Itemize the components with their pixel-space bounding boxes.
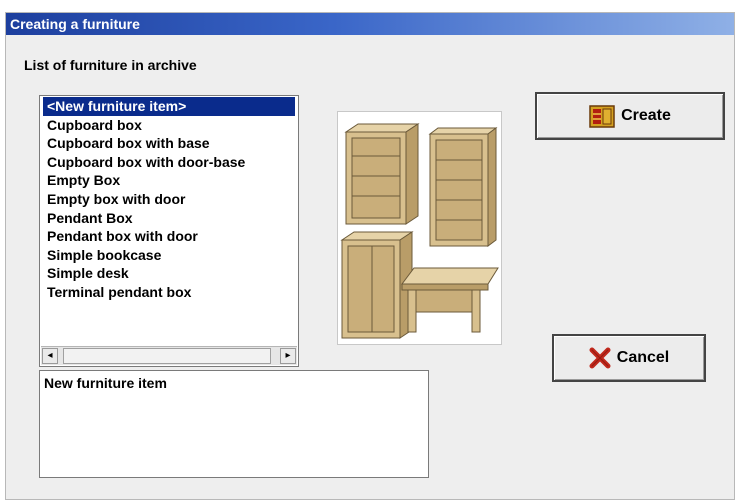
cancel-label: Cancel: [616, 349, 670, 366]
list-label: List of furniture in archive: [24, 57, 197, 73]
create-label: Create: [621, 107, 671, 124]
list-item[interactable]: Cupboard box with door-base: [43, 153, 295, 172]
furniture-preview-image: [337, 111, 502, 345]
description-box: New furniture item: [39, 370, 429, 478]
dialog-window: Creating a furniture List of furniture i…: [5, 12, 735, 500]
list-item[interactable]: Empty box with door: [43, 190, 295, 209]
scroll-right-button[interactable]: ▸: [280, 348, 296, 364]
cancel-button[interactable]: Cancel: [552, 334, 706, 382]
scroll-thumb[interactable]: [63, 348, 271, 364]
red-x-icon: [589, 347, 611, 369]
furniture-listbox[interactable]: <New furniture item> Cupboard box Cupboard…: [39, 95, 299, 367]
list-item[interactable]: Pendant Box: [43, 209, 295, 228]
list-item[interactable]: Simple desk: [43, 264, 295, 283]
scroll-left-button[interactable]: ◂: [42, 348, 58, 364]
create-button[interactable]: Create: [535, 92, 725, 140]
list-item[interactable]: Cupboard box: [43, 116, 295, 135]
horizontal-scrollbar[interactable]: ◂ ▸: [41, 346, 297, 365]
furniture-list[interactable]: <New furniture item> Cupboard box Cupboard…: [40, 96, 298, 302]
list-item[interactable]: Terminal pendant box: [43, 283, 295, 302]
title-bar: Creating a furniture: [6, 13, 734, 35]
list-item[interactable]: Simple bookcase: [43, 246, 295, 265]
list-item[interactable]: <New furniture item>: [43, 97, 295, 116]
list-item[interactable]: Empty Box: [43, 171, 295, 190]
furniture-icon: [589, 103, 615, 129]
list-item[interactable]: Cupboard box with base: [43, 134, 295, 153]
list-item[interactable]: Pendant box with door: [43, 227, 295, 246]
